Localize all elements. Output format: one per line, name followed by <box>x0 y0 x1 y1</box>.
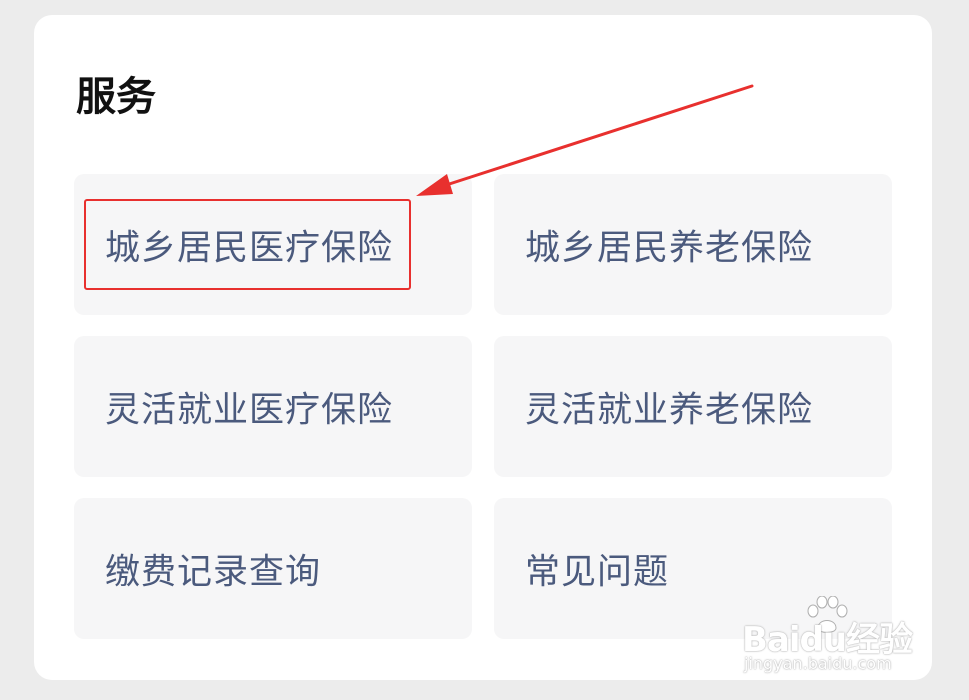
service-label: 缴费记录查询 <box>105 552 322 592</box>
service-tile-faq[interactable]: 常见问题 <box>494 498 892 639</box>
service-tile-rural-pension-insurance[interactable]: 城乡居民养老保险 <box>494 174 892 315</box>
service-label: 城乡居民养老保险 <box>525 228 814 268</box>
service-label: 常见问题 <box>525 552 670 592</box>
service-tile-rural-medical-insurance[interactable]: 城乡居民医疗保险 <box>74 174 472 315</box>
service-label: 灵活就业养老保险 <box>525 390 814 430</box>
service-label: 城乡居民医疗保险 <box>105 228 394 268</box>
services-grid: 城乡居民医疗保险 城乡居民养老保险 灵活就业医疗保险 灵活就业养老保险 缴费记录… <box>74 174 892 639</box>
service-tile-payment-records[interactable]: 缴费记录查询 <box>74 498 472 639</box>
services-card: 服务 城乡居民医疗保险 城乡居民养老保险 灵活就业医疗保险 灵活就业养老保险 缴… <box>34 15 932 680</box>
service-label: 灵活就业医疗保险 <box>105 390 394 430</box>
service-tile-flexible-pension-insurance[interactable]: 灵活就业养老保险 <box>494 336 892 477</box>
service-tile-flexible-medical-insurance[interactable]: 灵活就业医疗保险 <box>74 336 472 477</box>
section-title: 服务 <box>76 74 156 120</box>
